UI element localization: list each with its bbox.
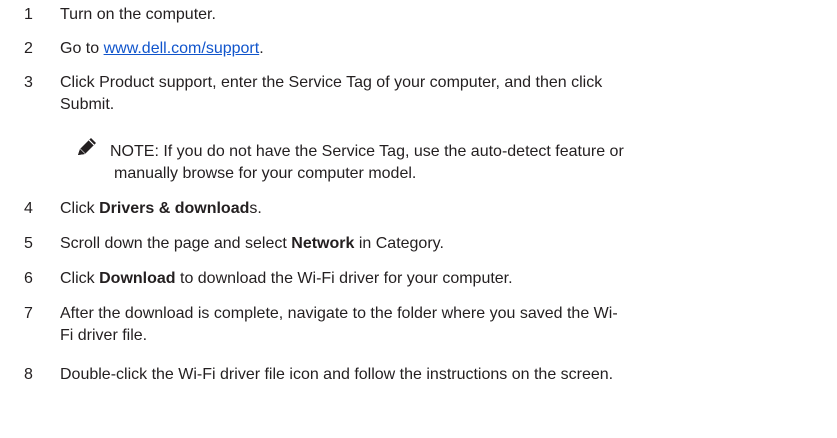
- dell-support-link[interactable]: www.dell.com/support: [104, 40, 260, 57]
- note-text-line1: NOTE: If you do not have the Service Tag…: [110, 143, 624, 160]
- step-text-post: to download the Wi-Fi driver for your co…: [175, 270, 513, 287]
- step-text-post: .: [259, 40, 264, 57]
- step-text-pre: Click: [60, 270, 100, 287]
- step-text-pre: Go to: [60, 40, 104, 57]
- step-number: 5: [24, 235, 33, 252]
- step-text-bold: Network: [291, 235, 355, 252]
- step-text: Click Drivers & downloads.: [60, 198, 828, 220]
- step-number: 1: [24, 6, 33, 23]
- pencil-icon: [76, 137, 98, 157]
- step-text: Scroll down the page and select Network …: [60, 233, 828, 255]
- step-text-pre: Scroll down the page and select: [60, 235, 292, 252]
- step-number: 2: [24, 40, 33, 57]
- step-text-pre: Click: [60, 200, 100, 217]
- step-text-line2: Submit.: [60, 96, 115, 113]
- step-text: Turn on the computer.: [60, 6, 216, 23]
- step-number: 7: [24, 305, 33, 322]
- step-text-post: in Category.: [354, 235, 444, 252]
- step-text-bold: Download: [99, 270, 176, 287]
- step-text: Go to www.dell.com/support.: [60, 38, 828, 60]
- step-text-line1: Click Product support, enter the Service…: [60, 74, 603, 91]
- step-text-line2: Fi driver file.: [60, 327, 148, 344]
- step-number: 8: [24, 366, 33, 383]
- step-text-bold: Drivers & download: [99, 200, 250, 217]
- step-number: 6: [24, 270, 33, 287]
- step-text: Double-click the Wi-Fi driver file icon …: [60, 366, 614, 383]
- instruction-steps: 1 Turn on the computer. 2 Go to www.dell…: [0, 0, 837, 438]
- step-text-post: s.: [249, 200, 262, 217]
- step-number: 3: [24, 74, 33, 91]
- note-text-line2: manually browse for your computer model.: [114, 165, 417, 182]
- step-text: Click Download to download the Wi-Fi dri…: [60, 268, 828, 290]
- step-number: 4: [24, 200, 33, 217]
- step-text-line1: After the download is complete, navigate…: [60, 305, 618, 322]
